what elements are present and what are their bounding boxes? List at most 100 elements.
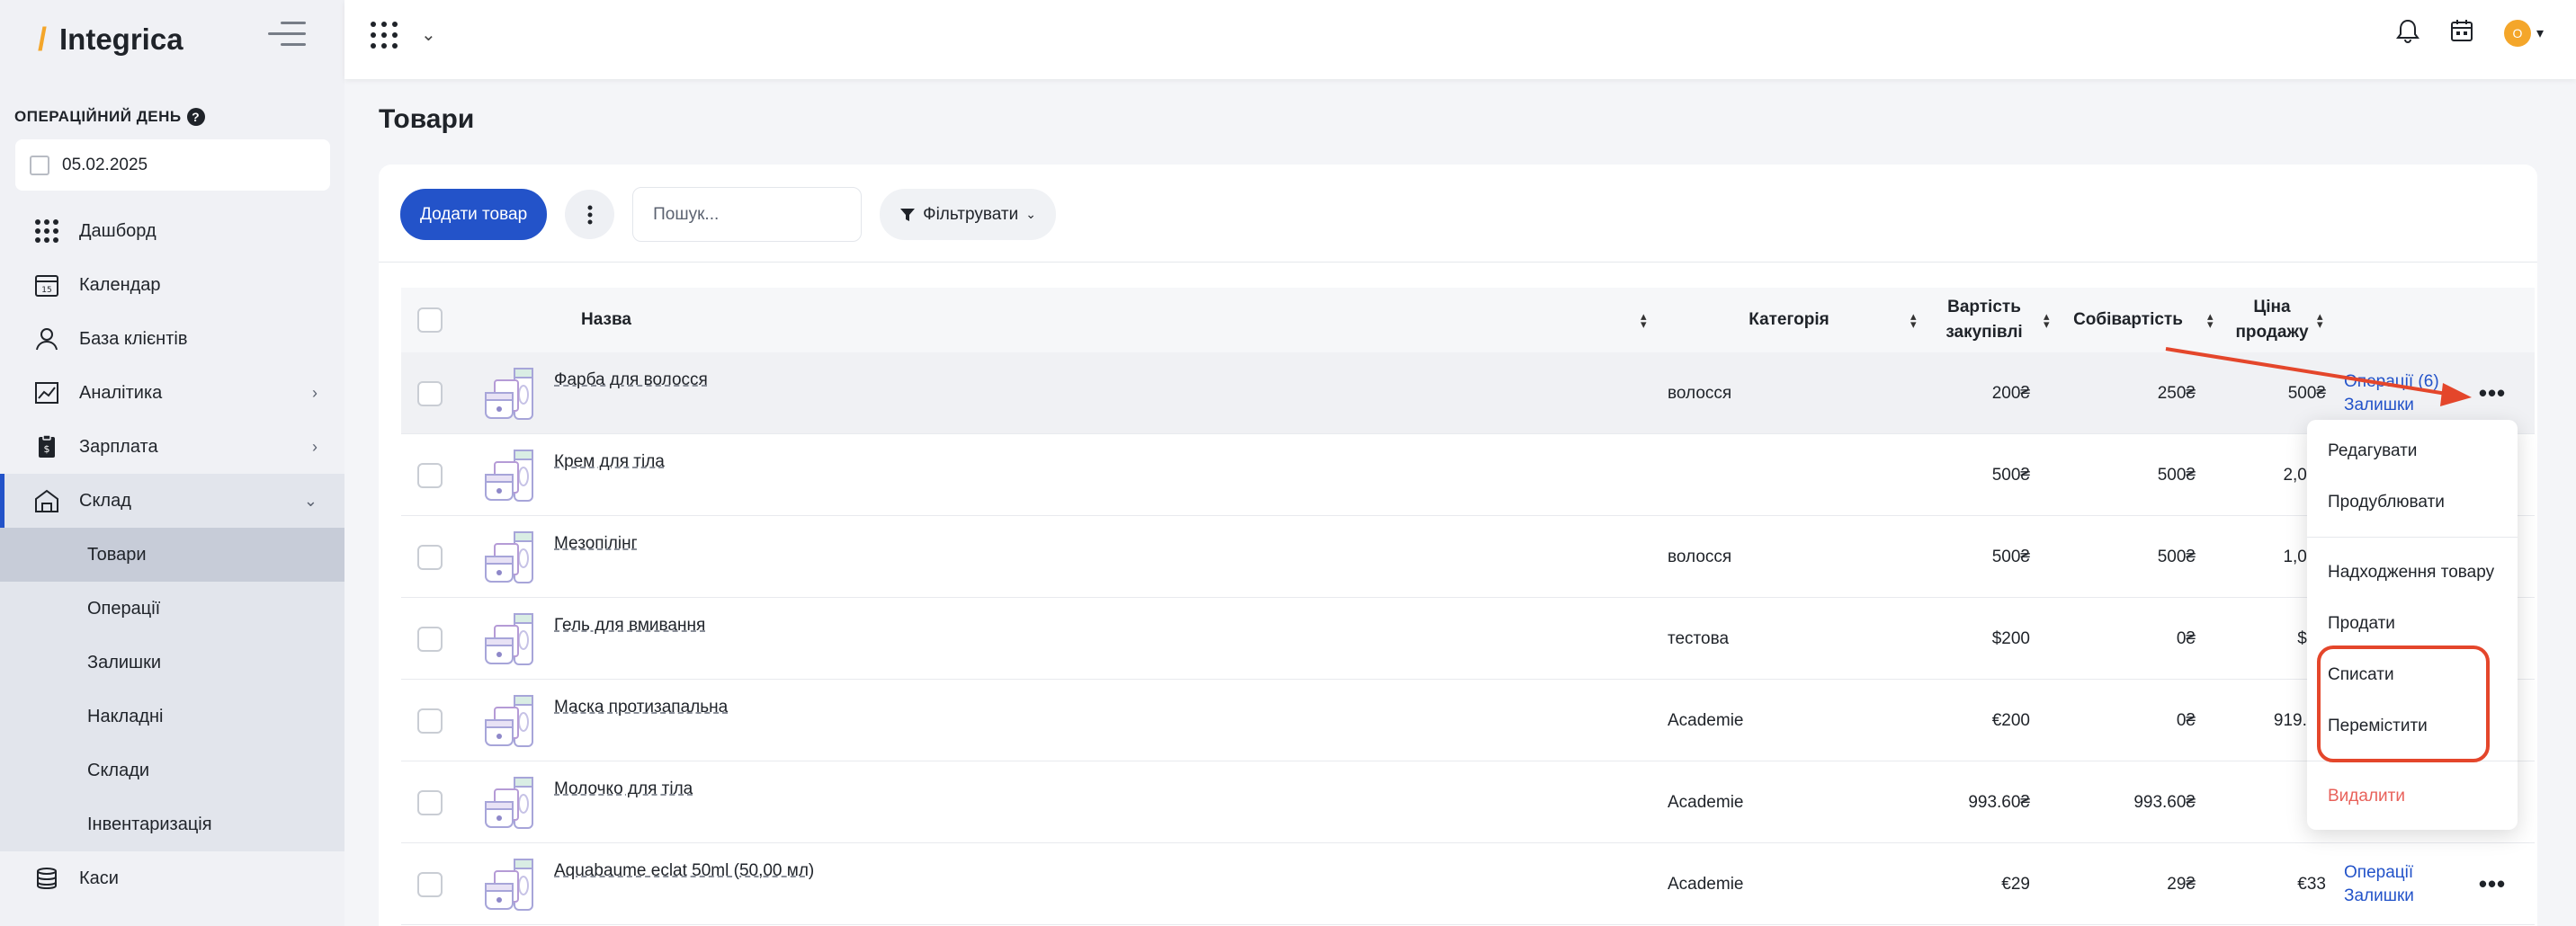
operations-link[interactable]: Операції (6) [2344, 372, 2439, 392]
menu-item-delete[interactable]: Видалити [2307, 770, 2518, 822]
menu-item-receive-goods[interactable]: Надходження товару [2307, 547, 2518, 598]
product-name-link[interactable]: Маска протизапальна [554, 698, 728, 717]
chevron-right-icon: › [312, 383, 318, 402]
row-checkbox[interactable] [417, 789, 443, 815]
table-row[interactable]: Крем для тіла 500₴ 500₴ 2,000 [401, 434, 2535, 516]
table-row[interactable]: Маска протизапальна Academie €200 0₴ 919.20 [401, 680, 2535, 761]
sidebar-toggle-icon[interactable] [268, 22, 306, 49]
help-icon[interactable]: ? [186, 108, 205, 126]
clients-icon [34, 326, 59, 352]
sidebar-item-dashboard[interactable]: Дашборд [0, 204, 344, 258]
products-card: Додати товар Фільтрувати ⌄ Назва ▴▾ Кате… [379, 165, 2537, 926]
product-purchase-cost: €200 [1991, 710, 2030, 730]
top-bar: ⌄ O ▾ [344, 0, 2576, 79]
operational-day-date: 05.02.2025 [62, 155, 148, 174]
sidebar-subitem-stock[interactable]: Залишки [0, 636, 344, 690]
column-name[interactable]: Назва [581, 288, 631, 352]
stock-link[interactable]: Залишки [2344, 396, 2414, 415]
bell-icon[interactable] [2395, 18, 2419, 48]
table-row[interactable]: Молочко для тілаAcademie993.60₴993.60₴1 [401, 761, 2535, 843]
filter-label: Фільтрувати [923, 204, 1019, 224]
more-actions-button[interactable] [565, 190, 615, 239]
calendar-schedule-icon[interactable] [2450, 18, 2473, 48]
add-product-button[interactable]: Додати товар [400, 189, 548, 240]
product-name-link[interactable]: Фарба для волосся [554, 370, 708, 390]
sort-category-icon[interactable]: ▴ ▾ [1901, 288, 1917, 352]
sidebar-item-cash[interactable]: Каси [0, 851, 344, 905]
analytics-icon [34, 380, 59, 405]
toolbar: Додати товар Фільтрувати ⌄ [400, 187, 1056, 242]
sort-purchase-icon[interactable]: ▴ ▾ [2035, 288, 2050, 352]
product-category: Academie [1668, 792, 1744, 812]
top-bar-actions: O ▾ [2395, 18, 2544, 48]
select-all-checkbox[interactable] [417, 307, 443, 333]
row-checkbox[interactable] [417, 871, 443, 897]
product-name-link[interactable]: Мезопілінг [554, 534, 638, 554]
column-cost-price[interactable]: Собівартість [2056, 288, 2200, 352]
svg-text:15: 15 [41, 286, 51, 295]
menu-item-duplicate[interactable]: Продублювати [2307, 476, 2518, 528]
product-cost-price: 0₴ [2176, 710, 2196, 730]
menu-item-sell[interactable]: Продати [2307, 598, 2518, 649]
column-purchase-cost[interactable]: Вартість закупівлі [1930, 288, 2038, 352]
operations-link[interactable]: Операції [2344, 863, 2413, 883]
sidebar-subitem-inventory[interactable]: Інвентаризація [0, 797, 344, 851]
table-row[interactable]: Фарба для волосся волосся 200₴ 250₴ 500₴ Опер… [401, 352, 2535, 434]
product-cost-price: 0₴ [2176, 628, 2196, 648]
sidebar-item-label: Календар [79, 274, 161, 295]
table-row[interactable]: Aquabaume eclat 50ml (50,00 мл) Academie €… [401, 843, 2535, 925]
annotation-highlight-box [2317, 646, 2490, 762]
user-menu[interactable]: O ▾ [2503, 19, 2544, 47]
stock-link[interactable]: Залишки [2344, 886, 2414, 906]
product-name-link[interactable]: Крем для тіла [554, 452, 665, 472]
product-image [480, 693, 536, 749]
product-name-link[interactable]: Aquabaume eclat 50ml (50,00 мл) [554, 861, 814, 881]
product-image [480, 857, 536, 913]
row-checkbox[interactable] [417, 462, 443, 488]
row-checkbox[interactable] [417, 626, 443, 652]
column-category[interactable]: Категорія [1731, 288, 1847, 352]
sidebar-item-analytics[interactable]: Аналітика › [0, 366, 344, 420]
sidebar-subitem-operations[interactable]: Операції [0, 582, 344, 636]
sidebar-item-clients[interactable]: База клієнтів [0, 312, 344, 366]
sidebar-item-label: Дашборд [79, 220, 157, 241]
vertical-dots-icon [587, 205, 593, 224]
caret-down-icon: ▾ [2536, 25, 2544, 41]
sidebar-subitem-invoices[interactable]: Накладні [0, 690, 344, 743]
sort-name-icon[interactable]: ▴ ▾ [1632, 288, 1647, 352]
row-checkbox[interactable] [417, 380, 443, 406]
row-checkbox[interactable] [417, 544, 443, 570]
product-cost-price: 500₴ [2157, 547, 2196, 566]
cash-icon [34, 866, 59, 891]
product-name-link[interactable]: Молочко для тіла [554, 779, 693, 799]
sidebar-subitem-warehouses[interactable]: Склади [0, 743, 344, 797]
products-table: Назва ▴ ▾ Категорія ▴ ▾ Вартість закупівлі… [401, 288, 2535, 925]
chevron-down-icon: ⌄ [1025, 207, 1036, 221]
table-row[interactable]: Мезопілінг волосся 500₴ 500₴ 1,000 [401, 516, 2535, 598]
sort-price-icon[interactable]: ▴ ▾ [2308, 288, 2323, 352]
avatar: O [2503, 19, 2531, 47]
sidebar-item-label: Зарплата [79, 436, 158, 457]
row-checkbox[interactable] [417, 708, 443, 734]
search-input[interactable] [632, 187, 863, 242]
sidebar-item-warehouse[interactable]: Склад ⌄ [0, 474, 344, 528]
menu-item-edit[interactable]: Редагувати [2307, 425, 2518, 476]
page-title: Товари [379, 104, 475, 134]
product-cost-price: 250₴ [2157, 383, 2196, 403]
sidebar-item-calendar[interactable]: 15 Календар [0, 258, 344, 312]
product-name-link[interactable]: Гель для вмивання [554, 616, 705, 636]
sort-cost-icon[interactable]: ▴ ▾ [2198, 288, 2214, 352]
table-row[interactable]: Гель для вмиваннятестова$2000₴$40 [401, 598, 2535, 680]
sidebar-subitem-products[interactable]: Товари [0, 528, 344, 582]
product-purchase-cost: 500₴ [1991, 547, 2030, 566]
operational-day-date-field[interactable]: 05.02.2025 [15, 139, 330, 191]
sidebar-item-salary[interactable]: $ Зарплата › [0, 420, 344, 474]
filter-button[interactable]: Фільтрувати ⌄ [880, 189, 1056, 240]
product-category: Academie [1668, 710, 1744, 730]
sidebar-item-label: Аналітика [79, 382, 163, 403]
apps-grid-icon[interactable] [371, 22, 398, 49]
chevron-down-icon[interactable]: ⌄ [421, 23, 436, 46]
product-image [480, 366, 536, 422]
product-category: Academie [1668, 874, 1744, 894]
row-more-button[interactable]: ••• [2474, 843, 2510, 925]
